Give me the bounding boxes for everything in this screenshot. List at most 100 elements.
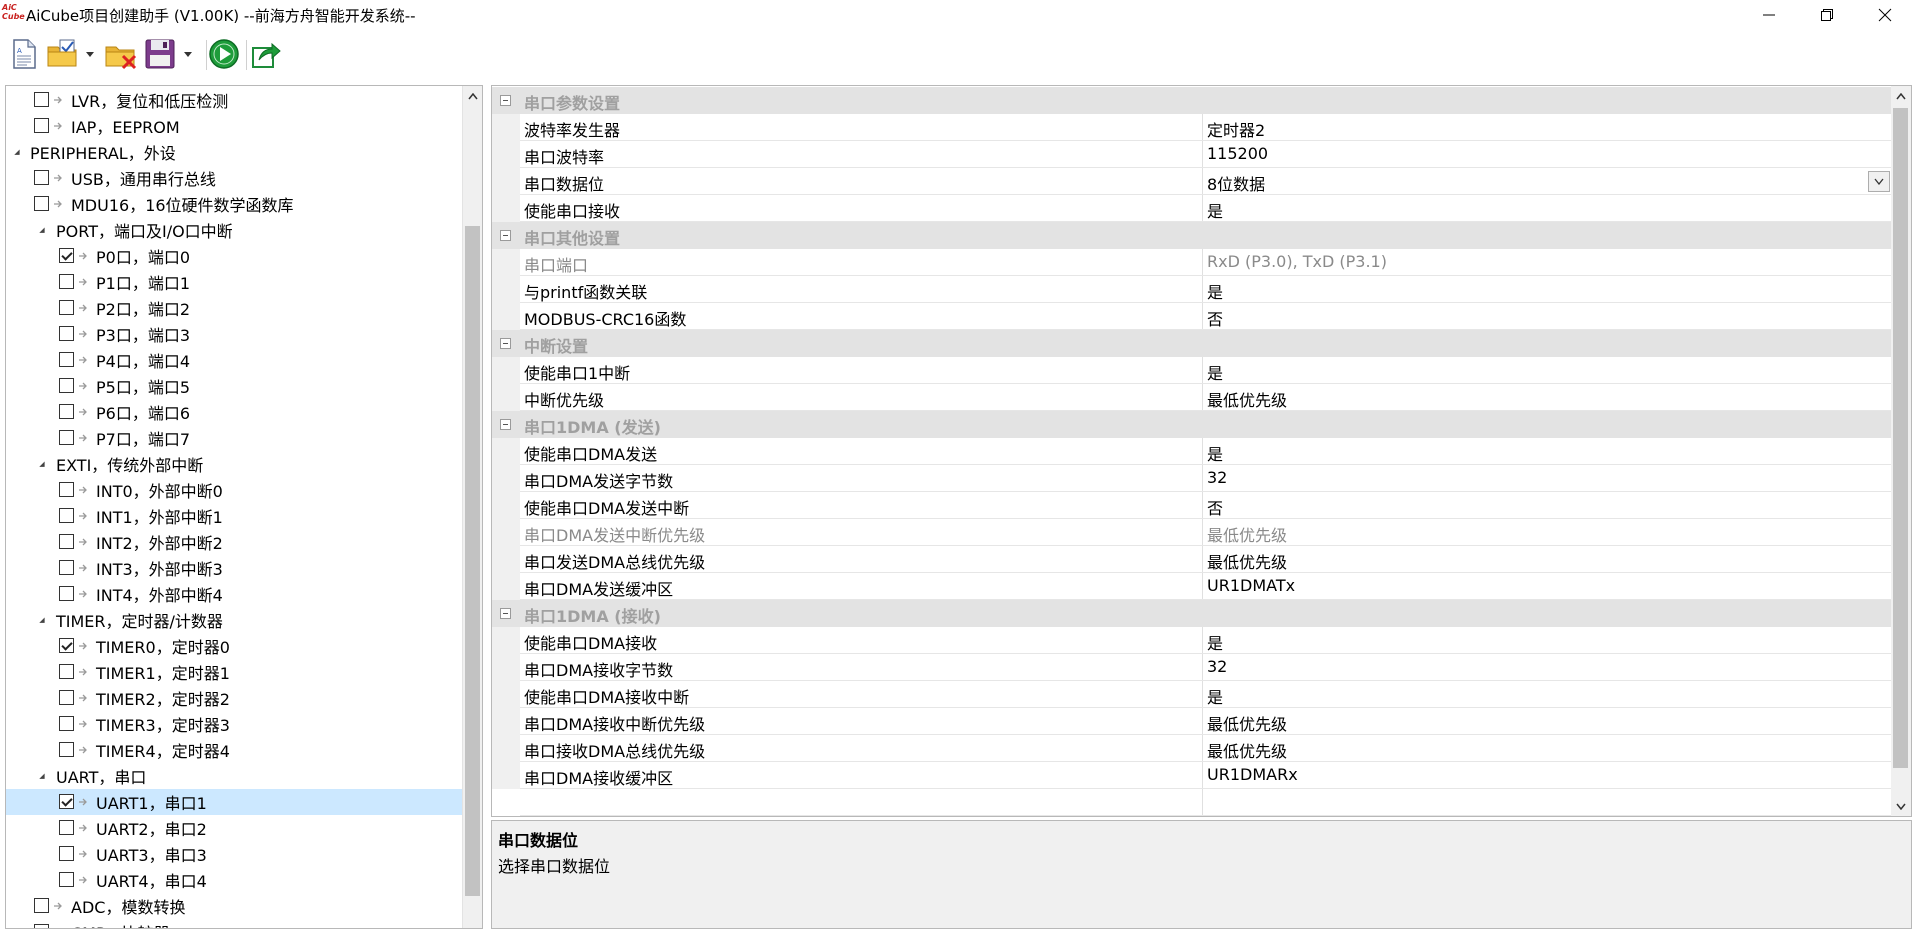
tree-scroll-thumb[interactable]	[465, 226, 480, 896]
tree-item-checkbox[interactable]	[59, 274, 74, 289]
tree-item-checkbox[interactable]	[34, 170, 49, 185]
grid-property-row[interactable]: 使能串口DMA接收中断 是	[492, 681, 1892, 708]
tree-item[interactable]: P2口，端口2	[6, 295, 463, 321]
tree-item[interactable]: USB，通用串行总线	[6, 165, 463, 191]
property-value[interactable]: 是	[1207, 279, 1223, 303]
property-value[interactable]: 最低优先级	[1207, 711, 1287, 735]
tree-item-checkbox[interactable]	[34, 898, 49, 913]
property-value[interactable]: 是	[1207, 441, 1223, 465]
tree-item[interactable]: IAP，EEPROM	[6, 113, 463, 139]
grid-category[interactable]: 串口1DMA (发送)	[492, 411, 1892, 438]
grid-property-row[interactable]: 串口DMA接收中断优先级 最低优先级	[492, 708, 1892, 735]
tree-item[interactable]: P1口，端口1	[6, 269, 463, 295]
grid-property-row[interactable]: 串口发送DMA总线优先级 最低优先级	[492, 546, 1892, 573]
property-value[interactable]: 是	[1207, 360, 1223, 384]
grid-scroll-down-button[interactable]	[1891, 796, 1911, 816]
tree-item-checkbox[interactable]	[59, 560, 74, 575]
grid-property-row[interactable]: 使能串口DMA发送 是	[492, 438, 1892, 465]
close-project-button[interactable]	[104, 34, 138, 74]
restore-button[interactable]	[1798, 0, 1856, 30]
property-value[interactable]: 否	[1207, 306, 1223, 330]
tree-item[interactable]: TIMER0，定时器0	[6, 633, 463, 659]
tree-item-checkbox[interactable]	[34, 924, 49, 928]
tree-item[interactable]: CMP，比较器	[6, 919, 463, 928]
tree-item-checkbox[interactable]	[59, 352, 74, 367]
property-value[interactable]: 是	[1207, 630, 1223, 654]
tree-item[interactable]: UART1，串口1	[6, 789, 463, 815]
grid-property-row[interactable]: 与printf函数关联 是	[492, 276, 1892, 303]
tree-item-checkbox[interactable]	[34, 196, 49, 211]
grid-property-row[interactable]: 中断优先级 最低优先级	[492, 384, 1892, 411]
minimize-button[interactable]	[1740, 0, 1798, 30]
grid-property-row[interactable]: 使能串口接收 是	[492, 195, 1892, 222]
tree-item[interactable]: P0口，端口0	[6, 243, 463, 269]
property-value[interactable]: 最低优先级	[1207, 738, 1287, 762]
property-value[interactable]: 32	[1207, 468, 1227, 487]
tree-item[interactable]: P3口，端口3	[6, 321, 463, 347]
tree-item-checkbox[interactable]	[59, 508, 74, 523]
collapse-icon[interactable]	[500, 419, 511, 430]
tree-item[interactable]: INT4，外部中断4	[6, 581, 463, 607]
tree-item[interactable]: P6口，端口6	[6, 399, 463, 425]
tree-item-checkbox[interactable]	[34, 118, 49, 133]
grid-property-row[interactable]: 串口DMA发送中断优先级 最低优先级	[492, 519, 1892, 546]
tree-item[interactable]: ◢ UART，串口	[6, 763, 463, 789]
tree-scroll-up-button[interactable]	[463, 86, 482, 106]
tree-expander-icon[interactable]: ◢	[37, 226, 47, 234]
tree-item[interactable]: UART4，串口4	[6, 867, 463, 893]
property-value[interactable]: UR1DMARx	[1207, 765, 1298, 784]
tree-item[interactable]: LVR，复位和低压检测	[6, 87, 463, 113]
grid-property-row[interactable]: 串口数据位 8位数据	[492, 168, 1892, 195]
save-project-button[interactable]	[144, 34, 196, 74]
close-window-button[interactable]	[1856, 0, 1914, 30]
tree-item-checkbox[interactable]	[59, 820, 74, 835]
tree-item[interactable]: TIMER2，定时器2	[6, 685, 463, 711]
property-value[interactable]: 否	[1207, 495, 1223, 519]
tree-item-checkbox[interactable]	[59, 664, 74, 679]
tree-expander-icon[interactable]: ◢	[37, 616, 47, 624]
property-value[interactable]: 8位数据	[1207, 171, 1265, 195]
collapse-icon[interactable]	[500, 230, 511, 241]
collapse-icon[interactable]	[500, 338, 511, 349]
grid-property-row[interactable]: 串口端口 RxD (P3.0), TxD (P3.1)	[492, 249, 1892, 276]
property-value[interactable]: UR1DMATx	[1207, 576, 1295, 595]
tree-item[interactable]: INT2，外部中断2	[6, 529, 463, 555]
tree-item[interactable]: ◢ TIMER，定时器/计数器	[6, 607, 463, 633]
collapse-icon[interactable]	[500, 95, 511, 106]
property-value[interactable]: 是	[1207, 198, 1223, 222]
tree-item[interactable]: ◢ EXTI，传统外部中断	[6, 451, 463, 477]
tree-item-checkbox[interactable]	[59, 742, 74, 757]
property-value[interactable]: 最低优先级	[1207, 387, 1287, 411]
tree-expander-icon[interactable]: ◢	[37, 772, 47, 780]
property-value[interactable]: 32	[1207, 657, 1227, 676]
property-value[interactable]: 最低优先级	[1207, 522, 1287, 546]
tree-item[interactable]: ◢ PORT，端口及I/O口中断	[6, 217, 463, 243]
property-value[interactable]: RxD (P3.0), TxD (P3.1)	[1207, 252, 1387, 271]
grid-category[interactable]: 中断设置	[492, 330, 1892, 357]
tree-item[interactable]: TIMER4，定时器4	[6, 737, 463, 763]
open-project-button[interactable]	[46, 34, 96, 74]
grid-property-row[interactable]: 串口DMA发送缓冲区 UR1DMATx	[492, 573, 1892, 600]
grid-scrollbar[interactable]	[1891, 86, 1911, 816]
grid-property-row[interactable]: 串口接收DMA总线优先级 最低优先级	[492, 735, 1892, 762]
run-generate-button[interactable]	[208, 34, 240, 74]
tree-item[interactable]: TIMER1，定时器1	[6, 659, 463, 685]
grid-scroll-thumb[interactable]	[1893, 108, 1908, 768]
tree-item-checkbox[interactable]	[59, 378, 74, 393]
tree-item-checkbox[interactable]	[59, 872, 74, 887]
grid-property-row[interactable]: 使能串口1中断 是	[492, 357, 1892, 384]
tree-expander-icon[interactable]: ◢	[37, 460, 47, 468]
tree-item-checkbox[interactable]	[59, 430, 74, 445]
tree-item-checkbox[interactable]	[59, 404, 74, 419]
value-dropdown-button[interactable]	[1868, 171, 1890, 192]
tree-item[interactable]: INT3，外部中断3	[6, 555, 463, 581]
tree-item[interactable]: P5口，端口5	[6, 373, 463, 399]
grid-property-row[interactable]: 串口DMA接收字节数 32	[492, 654, 1892, 681]
grid-property-row[interactable]: 串口DMA发送字节数 32	[492, 465, 1892, 492]
tree-item-checkbox[interactable]	[34, 92, 49, 107]
property-value[interactable]: 115200	[1207, 144, 1268, 163]
property-grid[interactable]: 串口参数设置 波特率发生器 定时器2 串口波特率 115200 串口数据位 8位数据 使能串口…	[491, 85, 1912, 817]
tree-item-checkbox[interactable]	[59, 482, 74, 497]
grid-property-row[interactable]: 使能串口DMA发送中断 否	[492, 492, 1892, 519]
tree-item[interactable]: INT0，外部中断0	[6, 477, 463, 503]
